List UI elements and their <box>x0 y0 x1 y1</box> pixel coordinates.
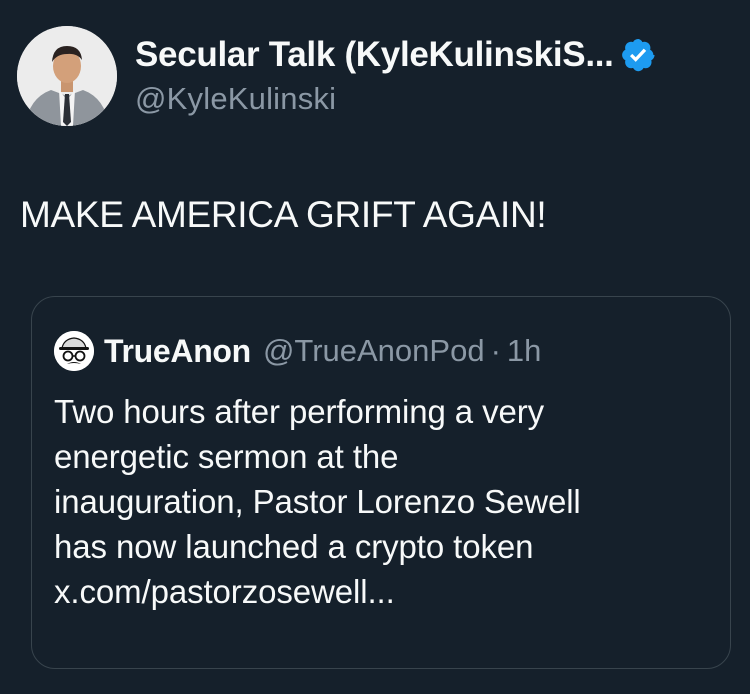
quoted-tweet-header: TrueAnon @TrueAnonPod · 1h <box>54 331 541 371</box>
quoted-text-line: inauguration, Pastor Lorenzo Sewell <box>54 483 581 520</box>
author-name-row: Secular Talk (KyleKulinskiS... <box>135 33 735 77</box>
quoted-tweet-text: Two hours after performing a very energe… <box>54 389 714 614</box>
quoted-text-line: has now launched a crypto token <box>54 528 534 565</box>
separator-dot: · <box>490 333 501 368</box>
quoted-author-handle[interactable]: @TrueAnonPod <box>263 333 485 369</box>
quoted-author-name[interactable]: TrueAnon <box>104 333 251 370</box>
trueanon-logo-icon <box>54 331 94 371</box>
quoted-text-line: energetic sermon at the <box>54 438 399 475</box>
quoted-author-avatar[interactable] <box>54 331 94 371</box>
author-display-name[interactable]: Secular Talk (KyleKulinskiS... <box>135 35 614 75</box>
author-avatar[interactable] <box>17 26 117 126</box>
tweet-text: MAKE AMERICA GRIFT AGAIN! <box>20 194 547 235</box>
quoted-tweet[interactable]: TrueAnon @TrueAnonPod · 1h Two hours aft… <box>31 296 731 669</box>
author-handle[interactable]: @KyleKulinski <box>135 81 735 117</box>
quoted-tweet-timestamp[interactable]: 1h <box>507 333 541 369</box>
author-avatar-image <box>17 26 117 126</box>
verified-badge-icon <box>621 38 655 72</box>
quoted-link[interactable]: x.com/pastorzosewell... <box>54 569 714 614</box>
quoted-text-line: Two hours after performing a very <box>54 393 545 430</box>
tweet: Secular Talk (KyleKulinskiS... @KyleKuli… <box>0 0 750 694</box>
author-info: Secular Talk (KyleKulinskiS... @KyleKuli… <box>135 33 735 117</box>
